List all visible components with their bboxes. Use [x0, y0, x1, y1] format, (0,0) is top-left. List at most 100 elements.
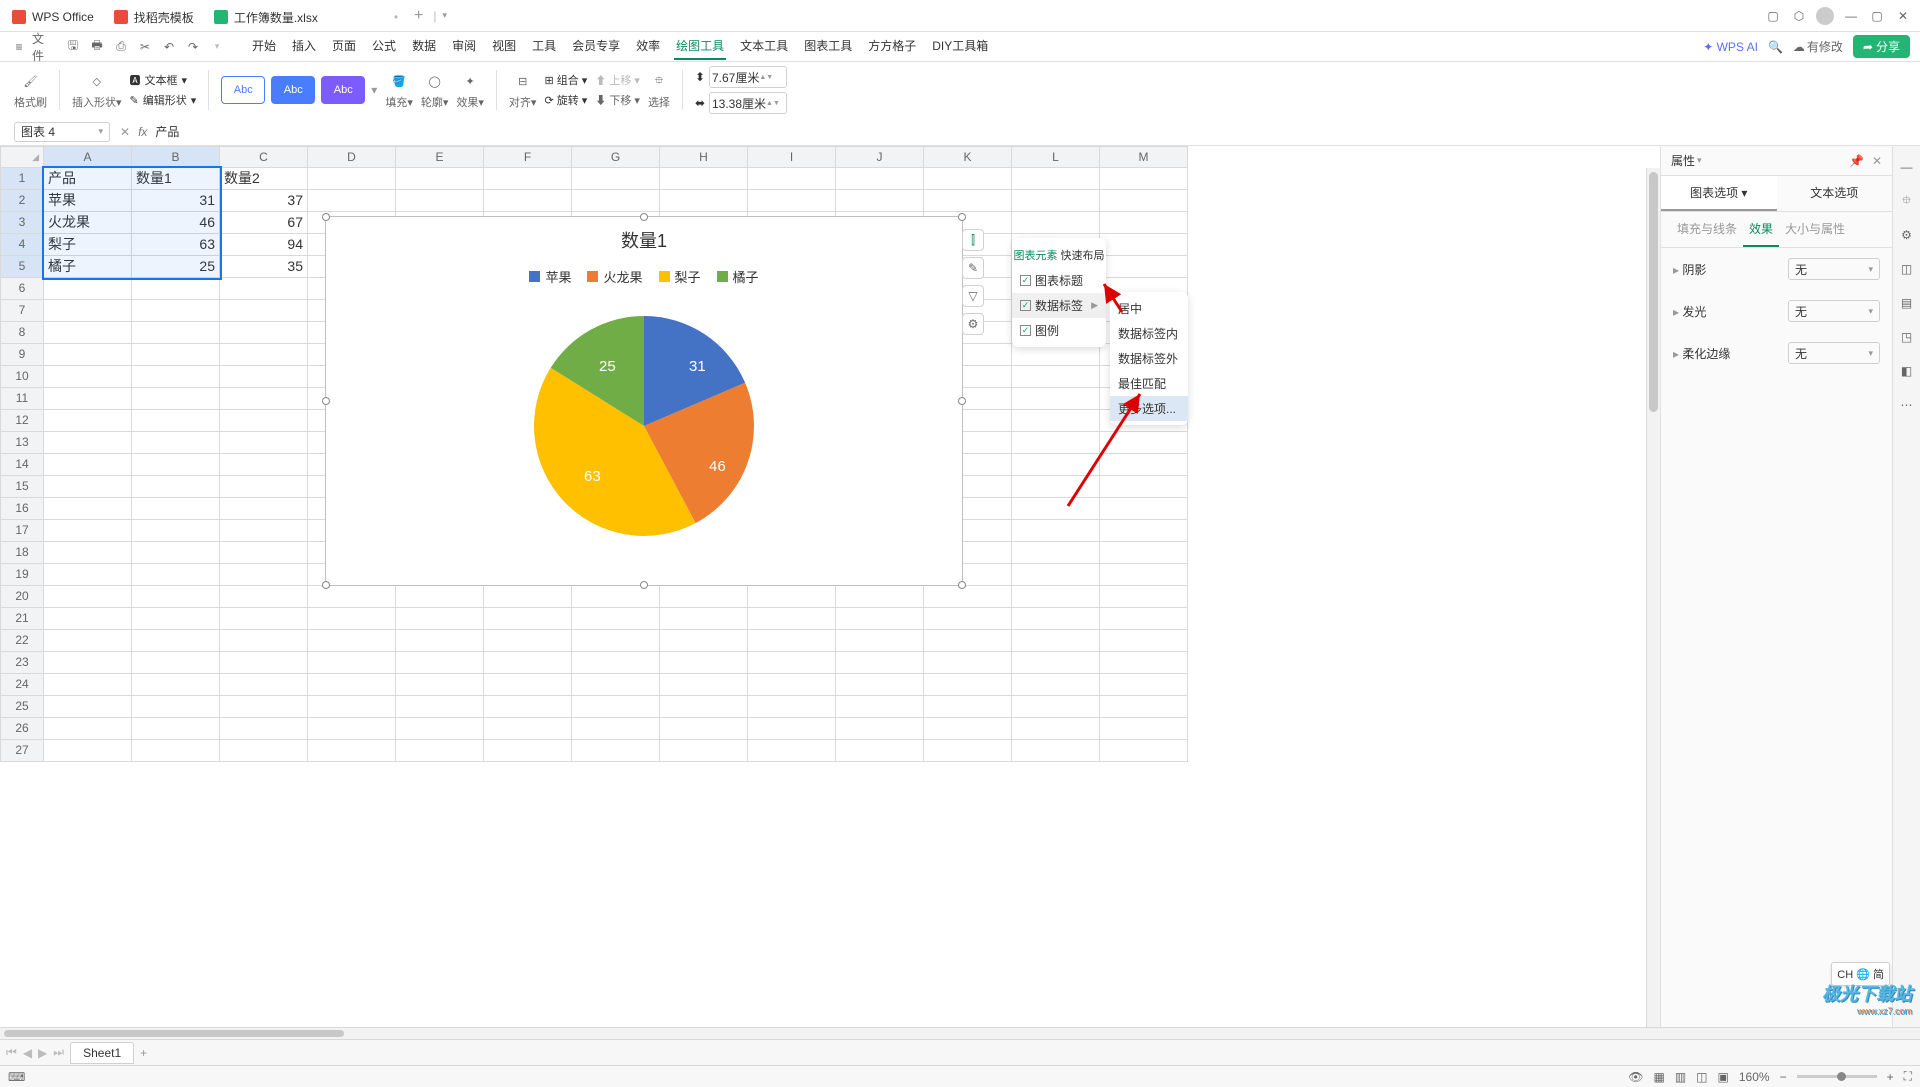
cell-A16[interactable]	[44, 498, 132, 520]
cell-B6[interactable]	[132, 278, 220, 300]
menu-tab-11[interactable]: 文本工具	[738, 33, 790, 60]
subtab-fill[interactable]: 填充与线条	[1671, 212, 1743, 247]
cell-J23[interactable]	[836, 652, 924, 674]
chart-elements-button[interactable]: ⫿	[962, 229, 984, 251]
cell-I26[interactable]	[748, 718, 836, 740]
cell-C18[interactable]	[220, 542, 308, 564]
undo-icon[interactable]: ↶	[160, 38, 178, 56]
cell-E20[interactable]	[396, 586, 484, 608]
cell-J21[interactable]	[836, 608, 924, 630]
row-header-15[interactable]: 15	[0, 476, 44, 498]
tab-chart-elements[interactable]: 图表元素	[1012, 242, 1059, 268]
cell-A20[interactable]	[44, 586, 132, 608]
cell-M18[interactable]	[1100, 542, 1188, 564]
cell-E21[interactable]	[396, 608, 484, 630]
vertical-scrollbar[interactable]	[1646, 168, 1660, 1027]
cell-L18[interactable]	[1012, 542, 1100, 564]
cancel-fx-icon[interactable]: ✕	[120, 125, 130, 139]
row-header-10[interactable]: 10	[0, 366, 44, 388]
col-header-L[interactable]: L	[1012, 146, 1100, 168]
cell-A18[interactable]	[44, 542, 132, 564]
cell-A15[interactable]	[44, 476, 132, 498]
cell-J25[interactable]	[836, 696, 924, 718]
save-icon[interactable]: 🖫	[64, 38, 82, 56]
menu-tab-12[interactable]: 图表工具	[802, 33, 854, 60]
cell-H21[interactable]	[660, 608, 748, 630]
cell-C19[interactable]	[220, 564, 308, 586]
cell-I24[interactable]	[748, 674, 836, 696]
cell-K26[interactable]	[924, 718, 1012, 740]
view-mode3-icon[interactable]: ◫	[1696, 1070, 1707, 1084]
menu-tab-14[interactable]: DIY工具箱	[930, 33, 990, 60]
cell-C15[interactable]	[220, 476, 308, 498]
cell-C27[interactable]	[220, 740, 308, 762]
style-preset-1[interactable]: Abc	[221, 76, 265, 104]
cell-A17[interactable]	[44, 520, 132, 542]
cell-H25[interactable]	[660, 696, 748, 718]
cell-B11[interactable]	[132, 388, 220, 410]
cell-C24[interactable]	[220, 674, 308, 696]
cell-L16[interactable]	[1012, 498, 1100, 520]
cell-C26[interactable]	[220, 718, 308, 740]
cell-M4[interactable]	[1100, 234, 1188, 256]
view-mode2-icon[interactable]: ▥	[1675, 1070, 1686, 1084]
cell-K23[interactable]	[924, 652, 1012, 674]
menu-tab-13[interactable]: 方方格子	[866, 33, 918, 60]
cell-C6[interactable]	[220, 278, 308, 300]
row-header-21[interactable]: 21	[0, 608, 44, 630]
cell-C14[interactable]	[220, 454, 308, 476]
cell-I22[interactable]	[748, 630, 836, 652]
cell-A6[interactable]	[44, 278, 132, 300]
cell-M19[interactable]	[1100, 564, 1188, 586]
row-header-7[interactable]: 7	[0, 300, 44, 322]
row-header-6[interactable]: 6	[0, 278, 44, 300]
opt-bestfit[interactable]: 最佳匹配	[1110, 371, 1188, 396]
cell-A22[interactable]	[44, 630, 132, 652]
col-header-D[interactable]: D	[308, 146, 396, 168]
cell-B24[interactable]	[132, 674, 220, 696]
cell-J26[interactable]	[836, 718, 924, 740]
cell-D2[interactable]	[308, 190, 396, 212]
cell-B3[interactable]: 46	[132, 212, 220, 234]
cell-A10[interactable]	[44, 366, 132, 388]
cell-C17[interactable]	[220, 520, 308, 542]
cell-C13[interactable]	[220, 432, 308, 454]
cell-L3[interactable]	[1012, 212, 1100, 234]
file-tab[interactable]: 工作簿数量.xlsx•	[206, 4, 406, 30]
cell-I1[interactable]	[748, 168, 836, 190]
height-input[interactable]: ⬍ 7.67厘米▲▼	[695, 66, 787, 88]
opt-outside[interactable]: 数据标签外	[1110, 346, 1188, 371]
cell-L11[interactable]	[1012, 388, 1100, 410]
width-input[interactable]: ⬌ 13.38厘米▲▼	[695, 92, 787, 114]
cell-M16[interactable]	[1100, 498, 1188, 520]
cell-B25[interactable]	[132, 696, 220, 718]
tab-list-button[interactable]: ▾	[443, 10, 448, 21]
cell-A4[interactable]: 梨子	[44, 234, 132, 256]
cell-C4[interactable]: 94	[220, 234, 308, 256]
cell-M15[interactable]	[1100, 476, 1188, 498]
fx-icon[interactable]: fx	[138, 125, 147, 139]
row-header-25[interactable]: 25	[0, 696, 44, 718]
cell-C5[interactable]: 35	[220, 256, 308, 278]
chart-title[interactable]: 数量1	[326, 227, 962, 253]
cell-B20[interactable]	[132, 586, 220, 608]
cell-A2[interactable]: 苹果	[44, 190, 132, 212]
cell-G26[interactable]	[572, 718, 660, 740]
row-header-19[interactable]: 19	[0, 564, 44, 586]
row-header-9[interactable]: 9	[0, 344, 44, 366]
cell-I27[interactable]	[748, 740, 836, 762]
cell-D22[interactable]	[308, 630, 396, 652]
cell-B5[interactable]: 25	[132, 256, 220, 278]
cell-H26[interactable]	[660, 718, 748, 740]
zoom-out-button[interactable]: −	[1780, 1070, 1787, 1084]
new-tab-button[interactable]: +	[414, 7, 423, 25]
cell-E23[interactable]	[396, 652, 484, 674]
cell-B9[interactable]	[132, 344, 220, 366]
cell-A3[interactable]: 火龙果	[44, 212, 132, 234]
cell-C12[interactable]	[220, 410, 308, 432]
cell-C21[interactable]	[220, 608, 308, 630]
cell-G2[interactable]	[572, 190, 660, 212]
cell-L1[interactable]	[1012, 168, 1100, 190]
row-header-8[interactable]: 8	[0, 322, 44, 344]
cell-I21[interactable]	[748, 608, 836, 630]
